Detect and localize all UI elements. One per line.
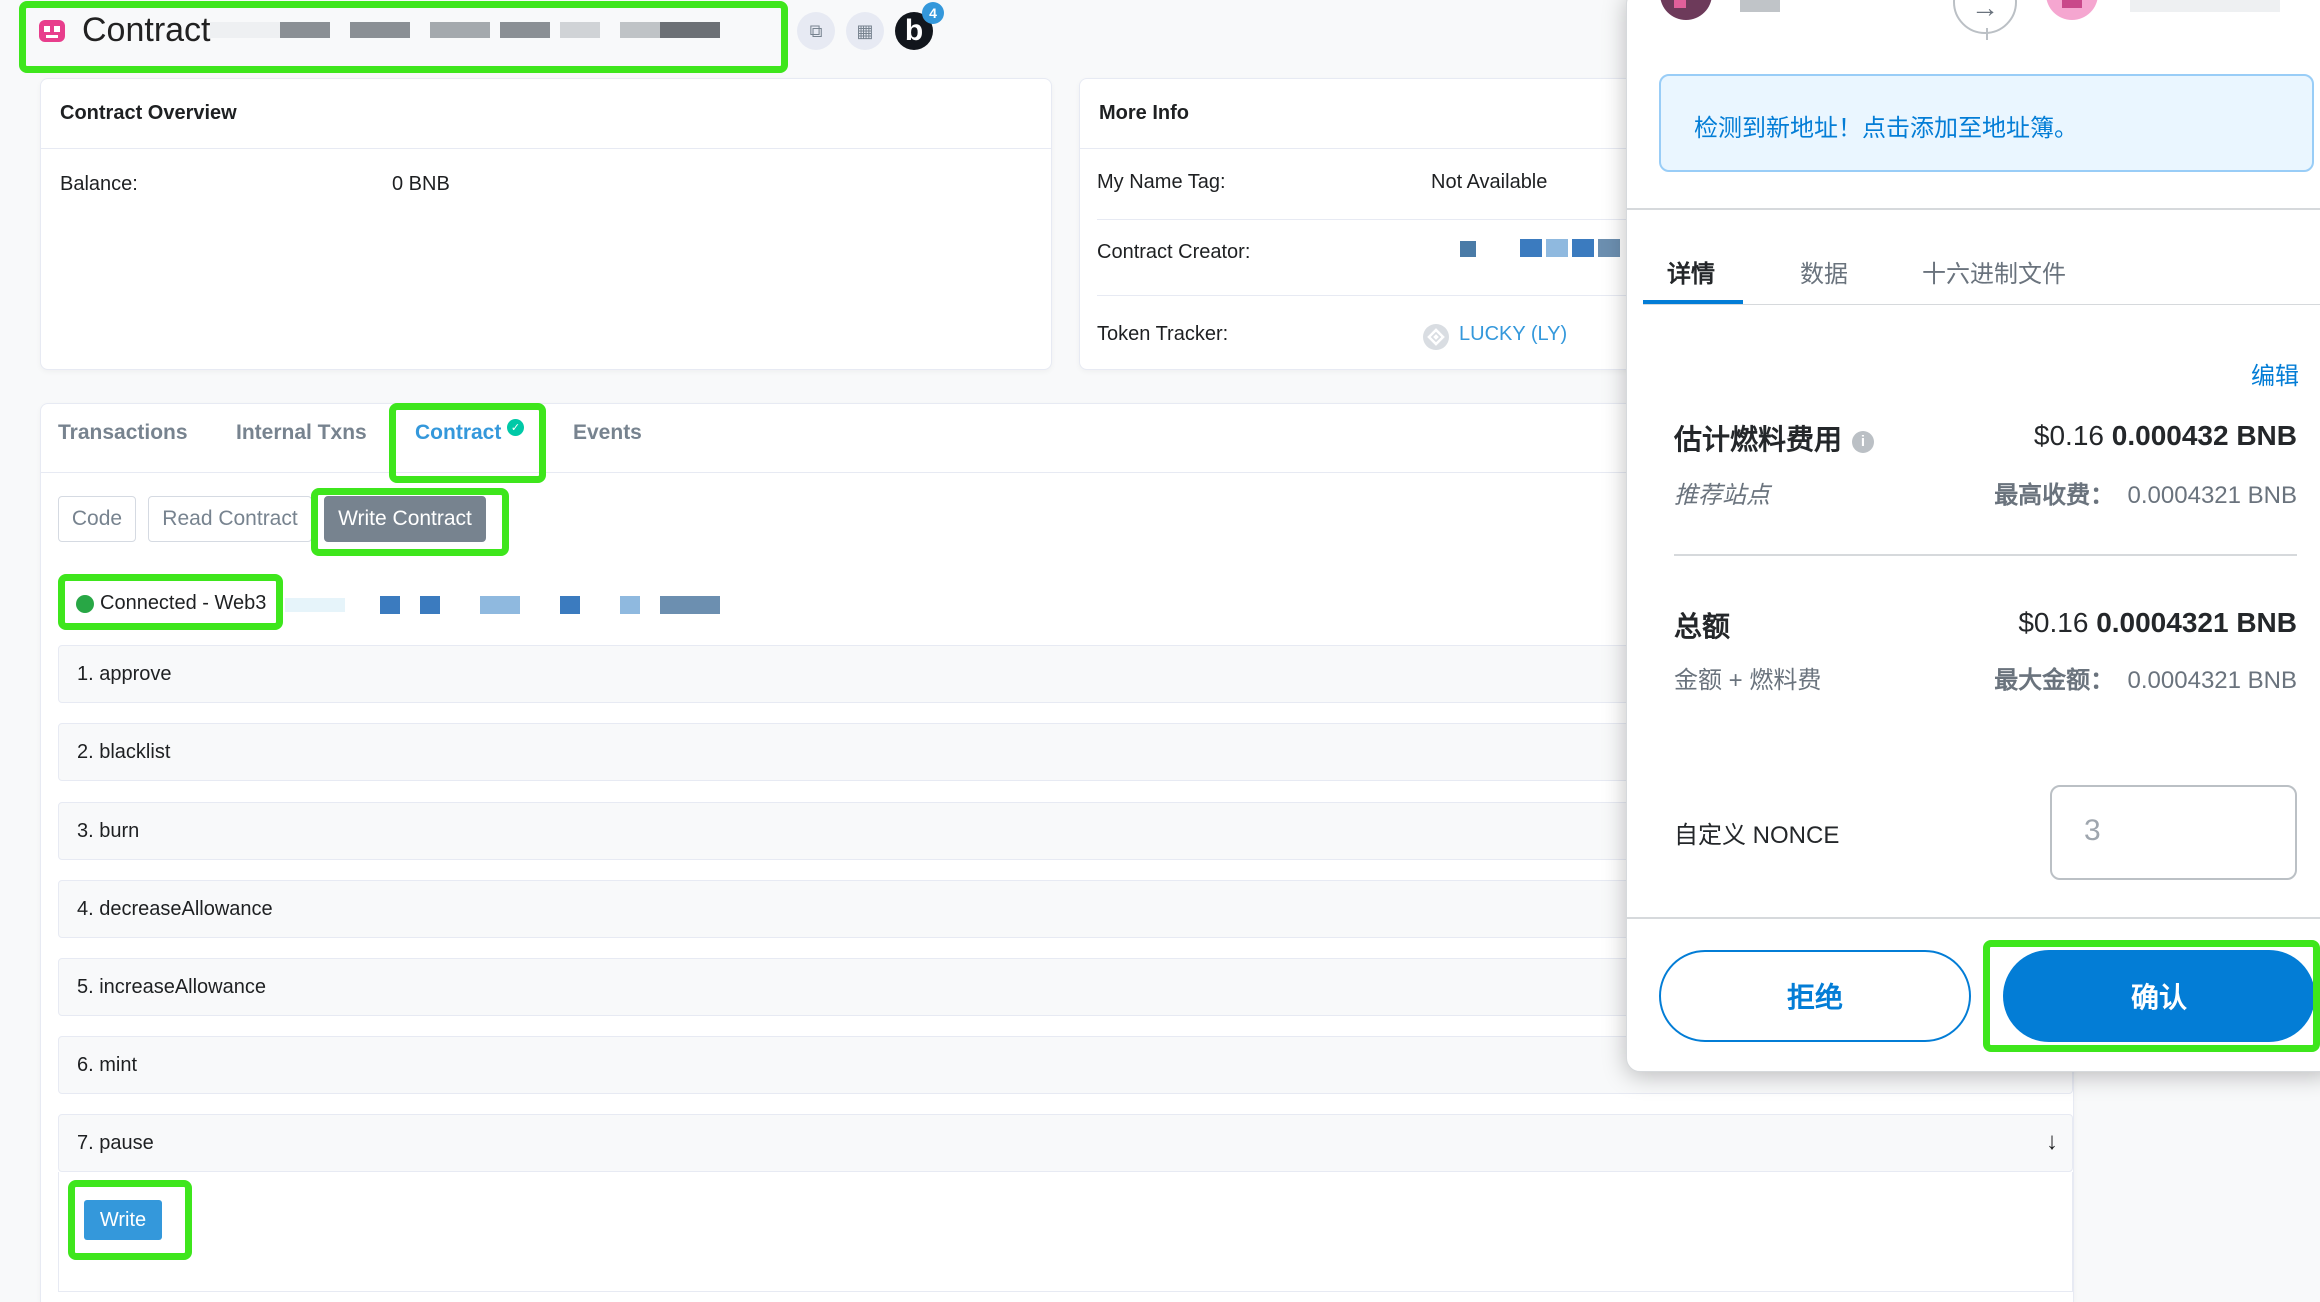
custom-nonce-input[interactable]: 3	[2050, 785, 2297, 880]
tab-transactions[interactable]: Transactions	[58, 421, 188, 445]
amount-plus-fee-label: 金额 + 燃料费	[1674, 667, 1822, 694]
estimated-gas-fee-value: $0.16 0.000432 BNB	[2033, 420, 2297, 451]
pause-function-panel	[58, 1172, 2073, 1292]
new-address-notice-text: 检测到新地址！点击添加至地址簿。	[1694, 115, 2078, 142]
contract-overview-title: Contract Overview	[60, 102, 237, 124]
balance-label: Balance:	[60, 173, 138, 195]
write-button[interactable]: Write	[84, 1200, 162, 1240]
tab-hex[interactable]: 十六进制文件	[1922, 254, 2066, 289]
page-title: Contract	[82, 11, 211, 49]
new-address-notice[interactable]: 检测到新地址！点击添加至地址簿。	[1659, 74, 2314, 172]
arrow-down-icon: ↓	[2046, 1128, 2058, 1155]
edit-gas-link[interactable]: 编辑	[2251, 356, 2299, 391]
account-name-redacted	[1740, 0, 1780, 12]
qr-code-button[interactable]: ▦	[846, 12, 884, 50]
qr-code-icon: ▦	[856, 20, 874, 41]
name-tag-value: Not Available	[1431, 171, 1548, 193]
write-contract-button[interactable]: Write Contract	[324, 496, 486, 542]
info-icon[interactable]: i	[1852, 430, 1875, 453]
total-label: 总额	[1674, 611, 1731, 642]
copy-icon: ⧉	[809, 20, 823, 41]
contract-address-redacted	[210, 14, 780, 44]
contract-creator-redacted[interactable]	[1420, 237, 1630, 263]
tab-details[interactable]: 详情	[1667, 254, 1715, 289]
custom-nonce-label: 自定义 NONCE	[1674, 822, 1840, 849]
balance-value: 0 BNB	[392, 173, 450, 195]
name-tag-label: My Name Tag:	[1097, 171, 1226, 193]
connected-status-icon	[76, 594, 94, 613]
reject-button[interactable]: 拒绝	[1659, 950, 1971, 1042]
function-row-pause[interactable]: 7. pause ↓	[58, 1114, 2073, 1172]
recommended-site-label: 推荐站点	[1674, 482, 1770, 509]
connected-status-text: Connected - Web3	[100, 592, 267, 614]
connected-web3-button[interactable]: Connected - Web3	[76, 592, 266, 615]
contract-overview-card: Contract Overview Balance: 0 BNB	[40, 78, 1052, 370]
tab-internal-txns[interactable]: Internal Txns	[236, 421, 367, 445]
bnb-token-icon	[1422, 323, 1450, 351]
tab-events[interactable]: Events	[573, 421, 642, 445]
read-contract-button[interactable]: Read Contract	[148, 496, 312, 542]
max-amount-row: 最大金额： 0.0004321 BNB	[1994, 667, 2297, 694]
tab-data[interactable]: 数据	[1800, 254, 1848, 289]
contract-logo-icon	[33, 16, 71, 46]
total-value: $0.16 0.0004321 BNB	[2018, 607, 2297, 638]
code-button[interactable]: Code	[58, 496, 136, 542]
blockscan-notification-count: 4	[922, 2, 944, 24]
token-tracker-label: Token Tracker:	[1097, 323, 1229, 345]
max-fee-row: 最高收费： 0.0004321 BNB	[1994, 482, 2297, 509]
account-avatar-icon	[1660, 0, 1712, 22]
recipient-address-redacted	[2130, 0, 2280, 12]
verified-check-icon: ✓	[507, 419, 524, 436]
more-info-title: More Info	[1099, 102, 1189, 124]
confirm-button[interactable]: 确认	[2003, 950, 2315, 1042]
estimated-gas-fee-label: 估计燃料费用 i	[1674, 418, 1875, 458]
contract-creator-label: Contract Creator:	[1097, 241, 1251, 263]
recipient-avatar-icon	[2046, 0, 2098, 22]
token-tracker-link[interactable]: LUCKY (LY)	[1459, 323, 1567, 346]
connected-address-redacted[interactable]	[285, 594, 745, 616]
copy-address-button[interactable]: ⧉	[797, 12, 835, 50]
tab-contract[interactable]: Contract	[415, 421, 501, 445]
